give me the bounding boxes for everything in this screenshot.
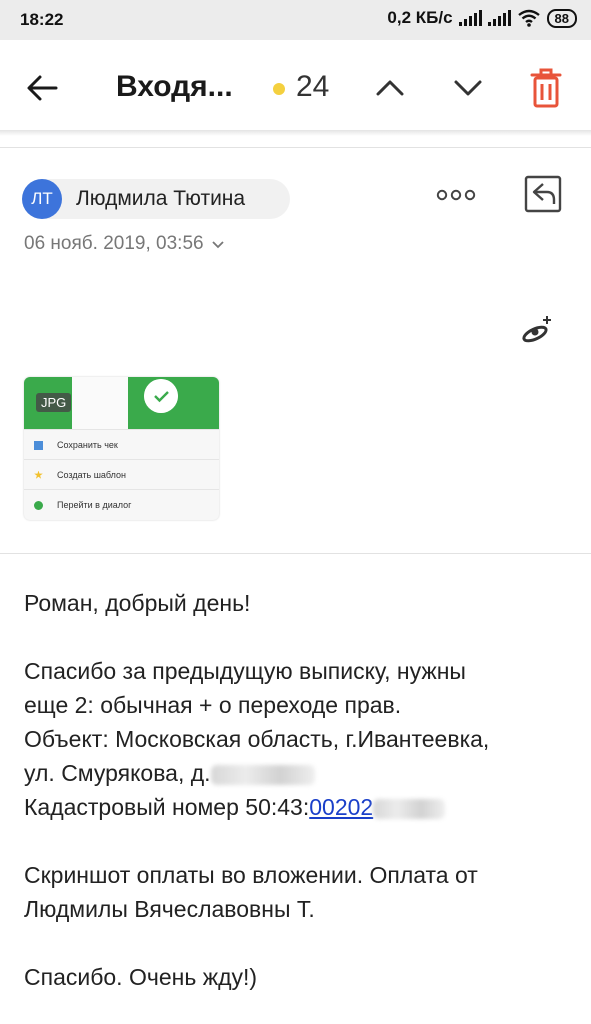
attachment-row: Создать шаблон xyxy=(24,459,219,490)
attachment-row-label: Сохранить чек xyxy=(57,440,118,450)
body-line: Скриншот оплаты во вложении. Оплата от xyxy=(24,862,478,888)
folder-title[interactable]: Входя... xyxy=(116,70,233,104)
checkmark-icon xyxy=(144,379,178,413)
chevron-down-icon[interactable] xyxy=(450,70,486,106)
body-line-address: ул. Смурякова, д. xyxy=(24,756,574,790)
body-line-cadastral: Кадастровый номер 50:43:00202 xyxy=(24,790,574,824)
network-speed: 0,2 КБ/с xyxy=(387,8,453,27)
chevron-up-icon[interactable] xyxy=(372,70,408,106)
body-greeting: Роман, добрый день! xyxy=(24,590,251,616)
attachment-image xyxy=(72,377,128,429)
body-divider xyxy=(0,553,591,554)
attachment-thumbnail[interactable]: JPG Сохранить чек Создать шаблон Перейти… xyxy=(24,377,219,520)
trash-icon[interactable] xyxy=(526,66,566,110)
redacted-text xyxy=(373,798,446,819)
signal-icon xyxy=(458,10,482,26)
translate-icon[interactable] xyxy=(518,312,554,346)
body-closing: Спасибо. Очень жду!) xyxy=(24,964,258,990)
file-type-badge: JPG xyxy=(36,393,72,412)
attachment-row: Сохранить чек xyxy=(24,429,219,460)
status-time: 18:22 xyxy=(20,10,64,29)
message-body: Роман, добрый день! Спасибо за предыдущу… xyxy=(24,586,574,994)
message-date[interactable]: 06 нояб. 2019, 03:56 xyxy=(24,233,225,255)
unread-dot-icon xyxy=(273,83,285,95)
back-arrow-icon[interactable] xyxy=(22,68,62,108)
unread-count[interactable]: 24 xyxy=(296,70,329,104)
body-line: Объект: Московская область, г.Ивантеевка… xyxy=(24,726,490,752)
signal-icon-2 xyxy=(487,10,511,26)
body-line: Спасибо за предыдущую выписку, нужны xyxy=(24,658,466,684)
sender-chip[interactable]: ЛТ Людмила Тютина xyxy=(22,179,290,219)
toolbar-divider xyxy=(0,147,591,148)
toolbar-shadow xyxy=(0,130,591,136)
attachment-row: Перейти в диалог xyxy=(24,489,219,520)
attachment-row-label: Создать шаблон xyxy=(57,470,127,480)
reply-icon[interactable] xyxy=(523,174,563,214)
battery-indicator: 88 xyxy=(546,8,577,28)
avatar: ЛТ xyxy=(22,179,62,219)
date-text: 06 нояб. 2019, 03:56 xyxy=(24,233,204,254)
body-line: еще 2: обычная + о переходе прав. xyxy=(24,692,402,718)
message-toolbar: Входя... 24 xyxy=(0,40,591,135)
status-icons: 0,2 КБ/с 88 xyxy=(387,8,577,28)
address-text: ул. Смурякова, д. xyxy=(24,760,211,786)
body-line: Людмилы Вячеславовны Т. xyxy=(24,896,315,922)
cadastral-label: Кадастровый номер 50:43: xyxy=(24,794,310,820)
more-options-icon[interactable] xyxy=(436,189,476,201)
status-bar: 18:22 0,2 КБ/с 88 xyxy=(0,0,591,40)
cadastral-link[interactable]: 00202 xyxy=(309,794,373,820)
receipt-icon xyxy=(34,440,43,450)
sender-name: Людмила Тютина xyxy=(76,187,246,210)
chat-icon xyxy=(34,500,43,510)
redacted-text xyxy=(210,764,315,785)
chevron-down-small-icon xyxy=(212,241,224,249)
wifi-icon xyxy=(517,9,540,27)
star-icon xyxy=(34,470,43,479)
attachment-row-label: Перейти в диалог xyxy=(57,500,132,510)
